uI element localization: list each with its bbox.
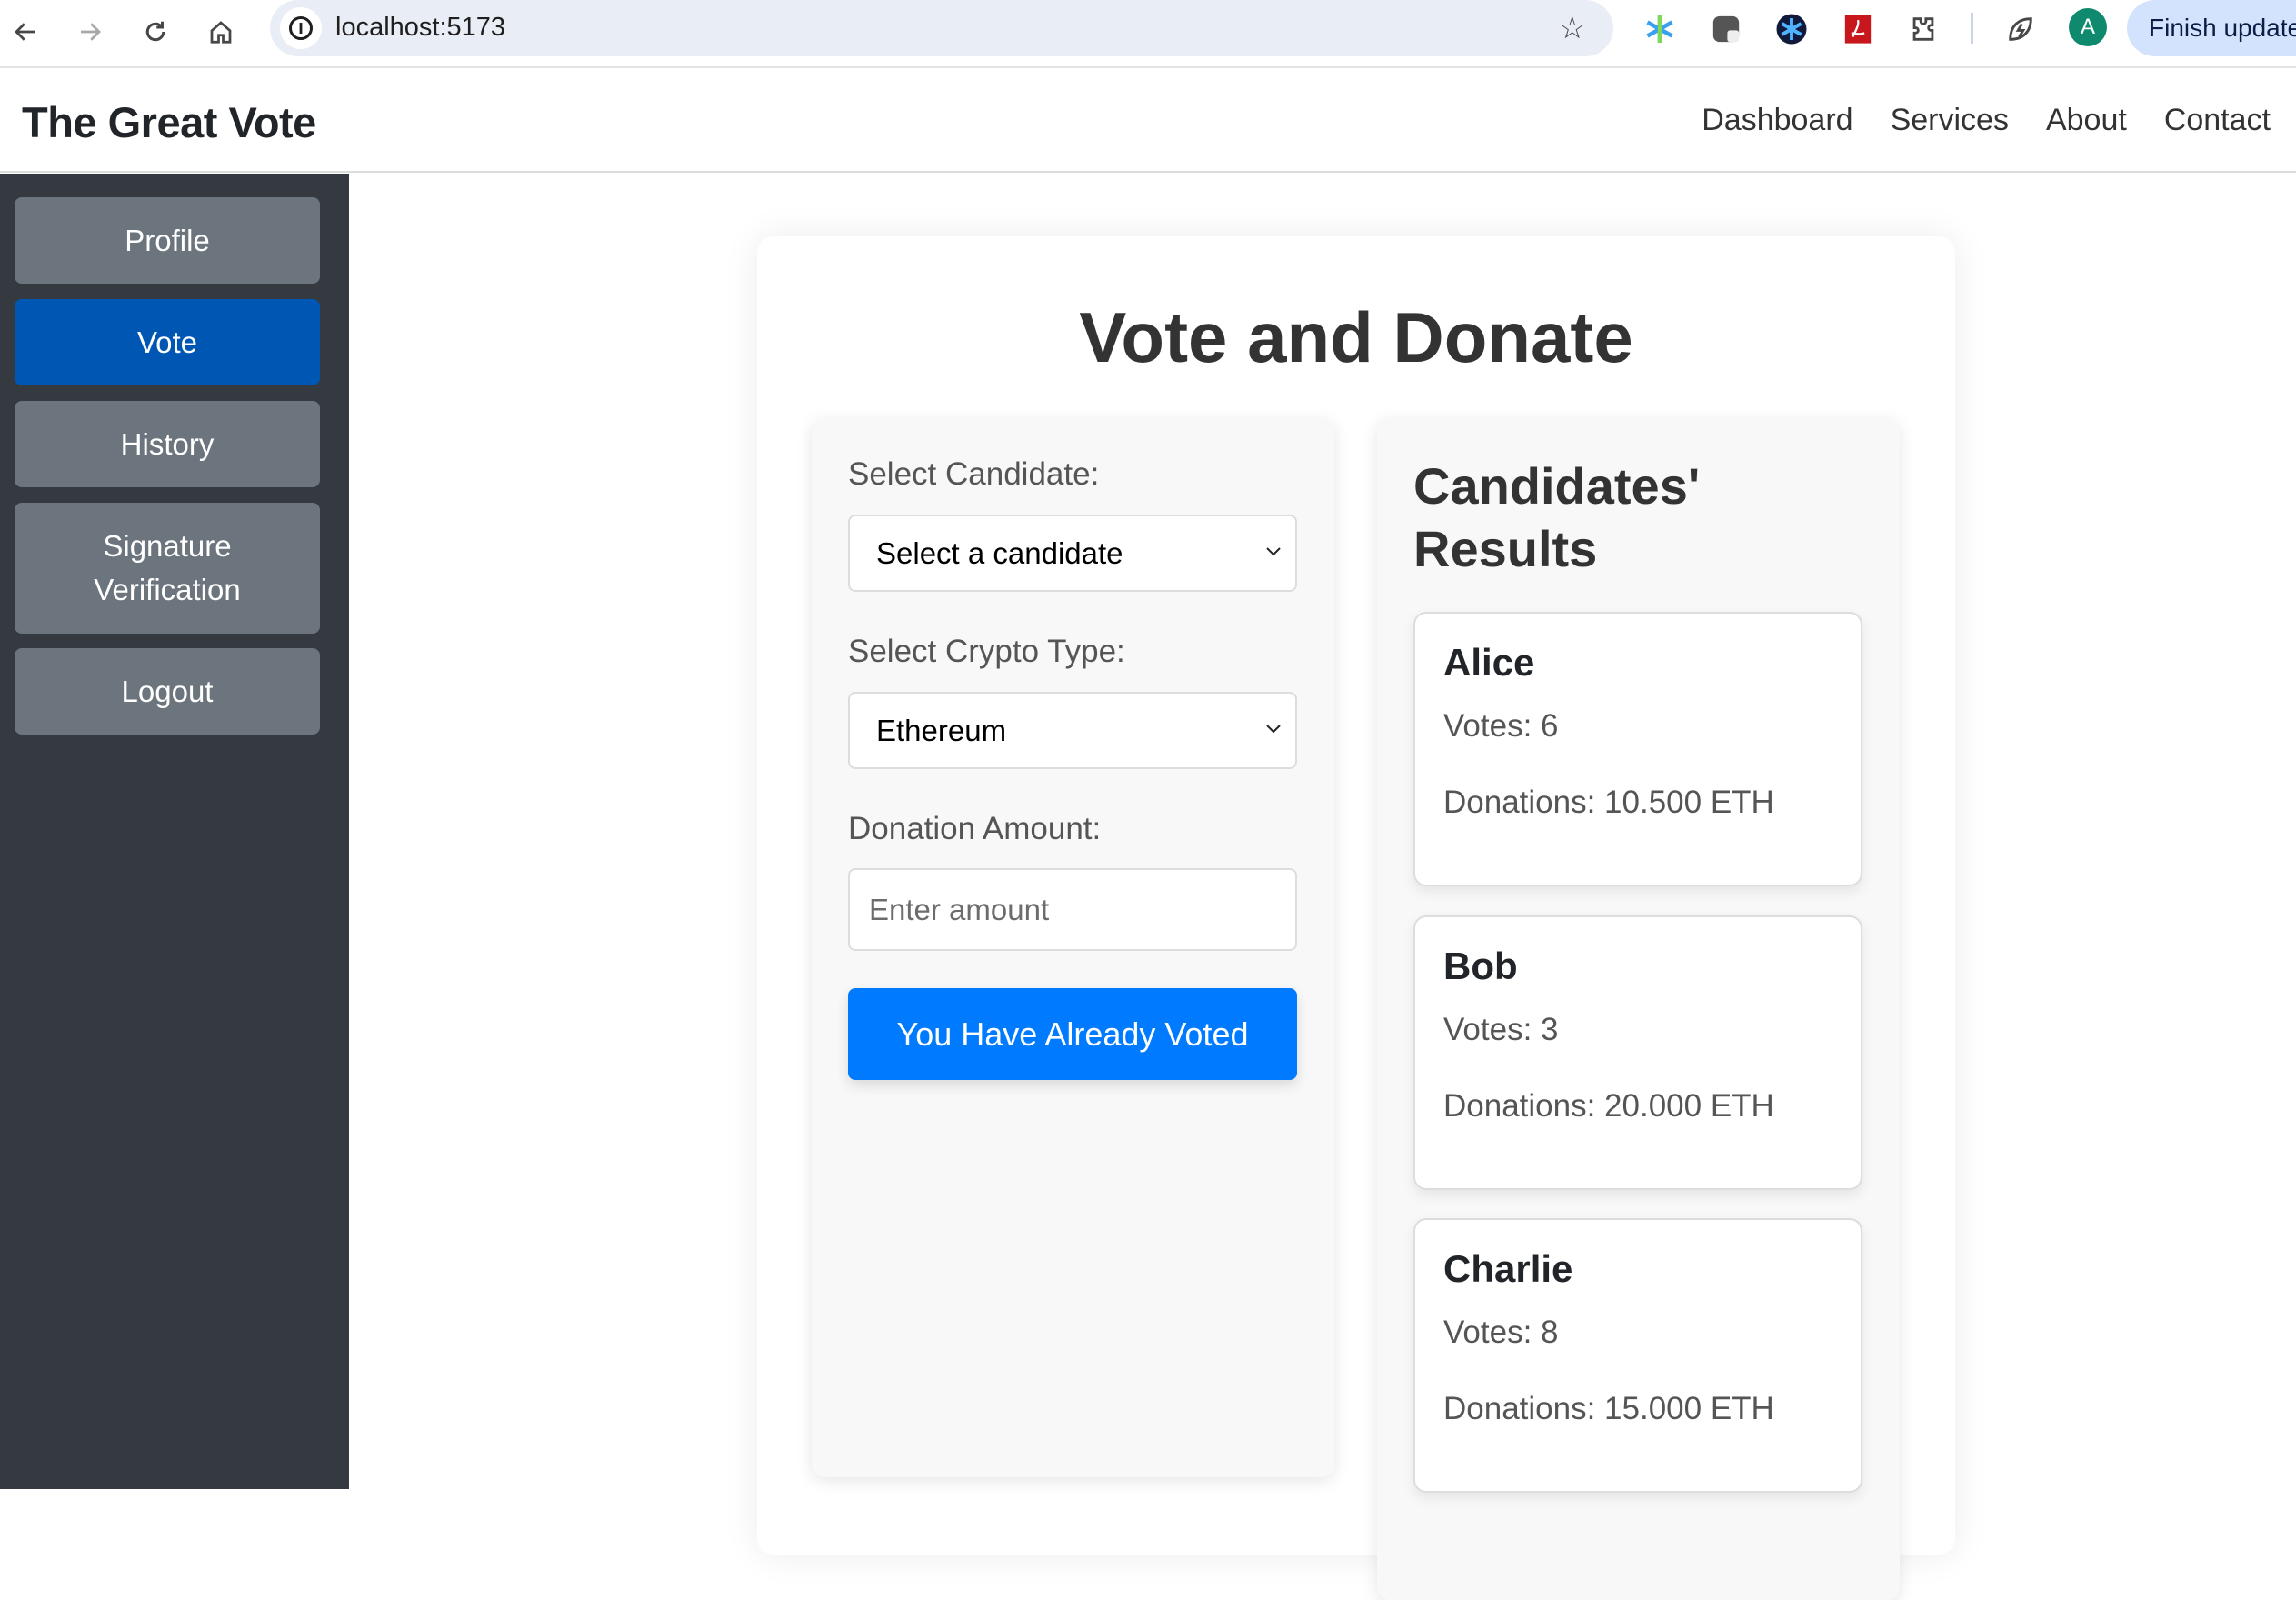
arrow-right-icon (81, 23, 101, 41)
asterisk-extension-icon[interactable] (1773, 11, 1810, 47)
candidate-name: Charlie (1443, 1247, 1573, 1290)
crypto-type-label: Select Crypto Type: (848, 634, 1125, 669)
nav-about[interactable]: About (2046, 103, 2127, 138)
nav-contact[interactable]: Contact (2164, 103, 2271, 138)
results-title-text: Candidates' Results (1413, 457, 1701, 578)
vote-form-panel: Select Candidate: Select a candidate Sel… (812, 418, 1334, 1477)
sidebar-item-profile[interactable]: Profile (15, 197, 320, 284)
crypto-type-select-value: Ethereum (876, 713, 1007, 747)
chevron-down-icon (1266, 725, 1281, 734)
donation-amount-input[interactable] (848, 868, 1297, 951)
screencast-icon[interactable] (1708, 11, 1744, 47)
candidate-donations: Donations: 15.000 ETH (1443, 1391, 1774, 1426)
candidate-label: Select Candidate: (848, 456, 1100, 492)
candidate-votes: Votes: 6 (1443, 708, 1559, 744)
address-bar[interactable]: i localhost:5173 ☆ (270, 0, 1613, 56)
donation-amount-label: Donation Amount: (848, 811, 1102, 846)
sidebar: Profile Vote History Signature Verificat… (0, 174, 349, 1489)
nav-dashboard[interactable]: Dashboard (1702, 103, 1852, 138)
candidate-name: Bob (1443, 945, 1518, 987)
submit-vote-button[interactable]: You Have Already Voted (848, 988, 1297, 1080)
page-title: Vote and Donate (1079, 297, 1633, 377)
candidate-card: Alice Votes: 6 Donations: 10.500 ETH (1413, 612, 1862, 886)
toolbar-separator (1971, 13, 1973, 44)
pdf-extension-icon[interactable] (1840, 11, 1876, 47)
sidebar-item-logout[interactable]: Logout (15, 648, 320, 735)
finish-update-button[interactable]: Finish update (2127, 0, 2296, 56)
candidate-votes: Votes: 8 (1443, 1315, 1559, 1350)
nav-services[interactable]: Services (1891, 103, 2009, 138)
sidebar-item-history[interactable]: History (15, 401, 320, 487)
candidate-card: Bob Votes: 3 Donations: 20.000 ETH (1413, 915, 1862, 1190)
home-button[interactable] (200, 11, 242, 53)
candidate-name: Alice (1443, 641, 1535, 684)
arrow-left-icon (15, 23, 35, 41)
extensions-puzzle-icon[interactable] (1905, 11, 1942, 47)
main-content: Vote and Donate Select Candidate: Select… (349, 174, 2296, 1600)
bookmark-star-icon[interactable]: ☆ (1559, 10, 1586, 46)
reload-icon (145, 21, 165, 42)
app-header: The Great Vote Dashboard Services About … (0, 70, 2296, 173)
results-title: Candidates' Results (1413, 455, 1759, 581)
candidate-donations: Donations: 20.000 ETH (1443, 1088, 1774, 1124)
candidate-card: Charlie Votes: 8 Donations: 15.000 ETH (1413, 1218, 1862, 1493)
sidebar-item-vote[interactable]: Vote (15, 299, 320, 385)
reload-button[interactable] (135, 11, 176, 53)
site-info-button[interactable]: i (280, 7, 322, 49)
top-nav: Dashboard Services About Contact (1702, 103, 2271, 138)
candidate-select-value: Select a candidate (876, 535, 1123, 570)
info-icon: i (289, 16, 313, 40)
crypto-type-select[interactable]: Ethereum (848, 692, 1297, 769)
vote-donate-card: Vote and Donate Select Candidate: Select… (757, 236, 1955, 1600)
candidate-select[interactable]: Select a candidate (848, 515, 1297, 592)
chevron-down-icon (1266, 547, 1281, 556)
energy-saver-icon[interactable] (2002, 11, 2039, 47)
forward-button[interactable] (69, 11, 111, 53)
url-text[interactable]: localhost:5173 (335, 13, 505, 43)
profile-avatar[interactable]: A (2069, 8, 2107, 46)
back-button[interactable] (5, 11, 46, 53)
browser-toolbar: i localhost:5173 ☆ A Finish update (0, 0, 2296, 68)
candidate-donations: Donations: 10.500 ETH (1443, 785, 1774, 820)
sidebar-item-signature-verification[interactable]: Signature Verification (15, 503, 320, 634)
brand-title[interactable]: The Great Vote (22, 97, 316, 147)
perplexity-icon[interactable] (1642, 11, 1678, 47)
results-panel: Candidates' Results Alice Votes: 6 Donat… (1377, 418, 1900, 1600)
home-icon (210, 21, 232, 44)
candidate-votes: Votes: 3 (1443, 1012, 1559, 1047)
